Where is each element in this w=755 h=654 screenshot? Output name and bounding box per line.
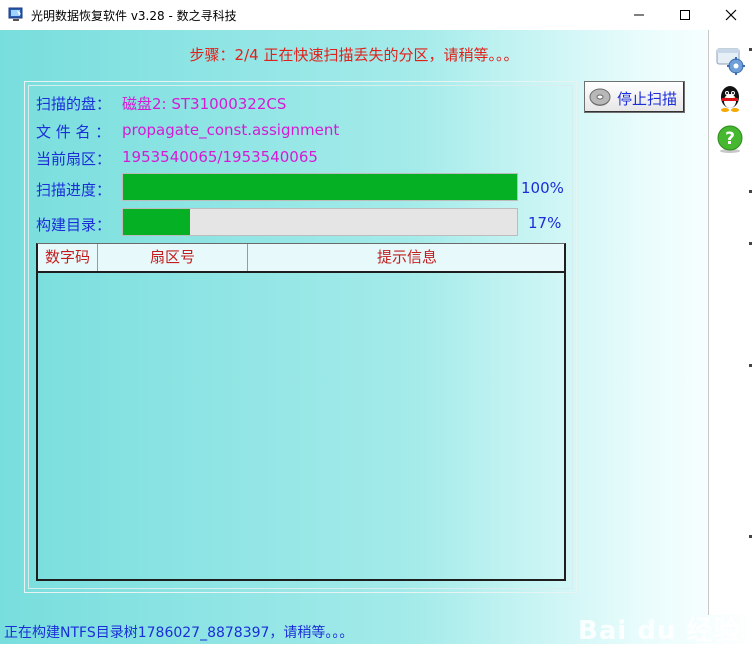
file-label: 文 件 名 ： (36, 123, 111, 141)
scan-progress-fill (123, 174, 517, 200)
window-title: 光明数据恢复软件 v3.28 - 数之寻科技 (31, 9, 237, 23)
file-value: propagate_const.assignment (122, 121, 340, 139)
status-message: 正在构建NTFS目录树1786027_8878397，请稍等。。。 (4, 625, 354, 641)
build-progress-fill (123, 209, 190, 235)
sector-label: 当前扇区： (36, 150, 112, 168)
maximize-button[interactable] (662, 0, 708, 30)
minimize-icon (634, 14, 644, 16)
step-message: 步骤：2/4 正在快速扫描丢失的分区，请稍等。。。 (189, 46, 519, 64)
scan-progress-bar (122, 173, 518, 201)
column-header-message[interactable]: 提示信息 (248, 244, 566, 271)
scan-progress-label: 扫描进度： (36, 181, 112, 199)
settings-gear-icon[interactable] (714, 44, 746, 76)
disk-value: 磁盘2: ST31000322CS (122, 95, 287, 113)
results-table[interactable]: 数字码 扇区号 提示信息 (36, 243, 566, 581)
minimize-button[interactable] (616, 0, 662, 30)
right-toolbar: ? (708, 30, 755, 615)
close-button[interactable] (708, 0, 754, 30)
stop-disc-icon (589, 88, 611, 106)
client-area: 步骤：2/4 正在快速扫描丢失的分区，请稍等。。。 扫描的盘： 磁盘2: ST3… (0, 30, 755, 654)
build-progress-bar (122, 208, 518, 236)
maximize-icon (680, 10, 690, 20)
table-header: 数字码 扇区号 提示信息 (38, 244, 564, 273)
title-bar[interactable]: 光明数据恢复软件 v3.28 - 数之寻科技 (0, 0, 755, 30)
stop-scan-label: 停止扫描 (617, 90, 678, 108)
build-progress-percent: 17% (528, 214, 562, 232)
disk-label: 扫描的盘： (36, 95, 112, 113)
sector-value: 1953540065/1953540065 (122, 148, 318, 166)
close-icon (725, 9, 737, 21)
scan-progress-percent: 100% (521, 179, 564, 197)
column-header-code[interactable]: 数字码 (38, 244, 98, 271)
column-header-sector[interactable]: 扇区号 (98, 244, 248, 271)
qq-penguin-icon[interactable] (714, 83, 746, 115)
toolbar-edge-marks (749, 48, 752, 538)
help-icon[interactable]: ? (714, 123, 746, 155)
watermark-logo: Bai du 经验 (578, 616, 741, 646)
watermark-url: jingyan.baidu.com (628, 643, 721, 654)
app-icon (8, 7, 23, 21)
stop-scan-button[interactable]: 停止扫描 (584, 81, 685, 113)
svg-text:?: ? (725, 129, 735, 149)
build-progress-label: 构建目录： (36, 216, 112, 234)
